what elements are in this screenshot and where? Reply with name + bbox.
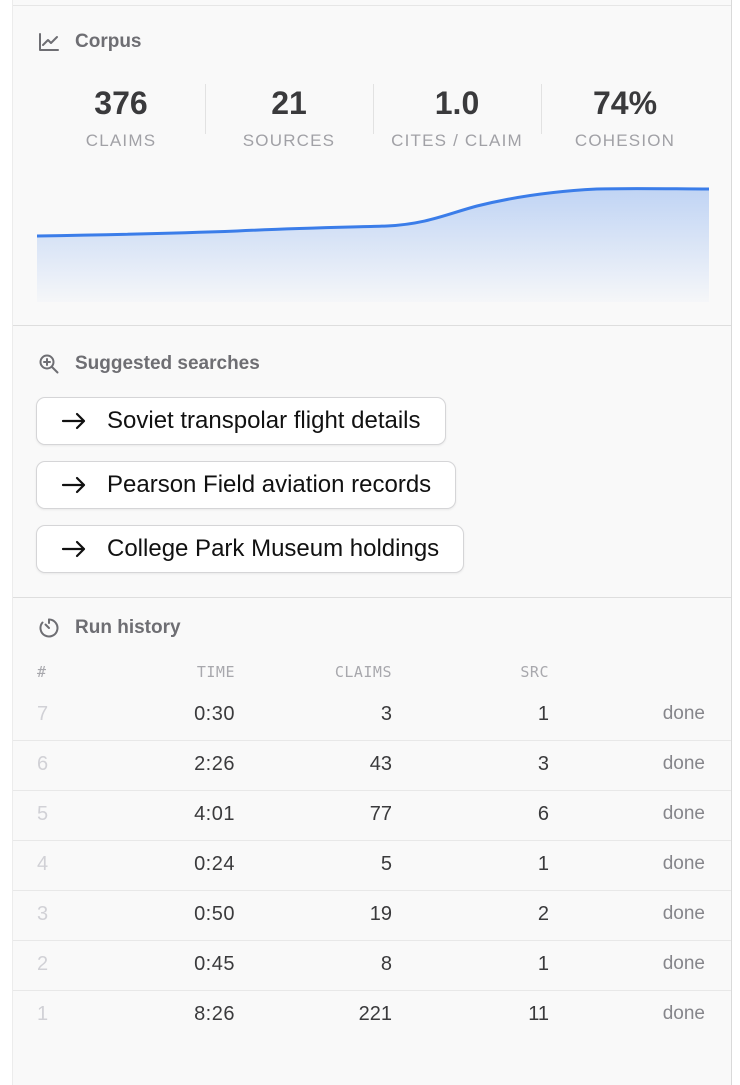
stat-label: CLAIMS [85,131,157,150]
section-divider [13,597,731,598]
run-number: 6 [37,753,49,775]
run-number: 1 [37,1003,49,1025]
run-time: 0:45 [194,953,235,975]
run-number: 5 [37,803,49,825]
run-time: 4:01 [194,803,235,825]
stat-value: 1.0 [434,85,480,121]
suggested-search-button[interactable]: Pearson Field aviation records [36,461,457,509]
stat-cites-per-claim: 1.0 CITES / CLAIM [373,78,541,158]
suggested-search-button[interactable]: Soviet transpolar flight details [36,397,446,445]
run-status: done [662,803,705,824]
col-src: SRC [520,663,549,681]
history-row[interactable]: 5 4:01 77 6 done [13,790,731,841]
trend-chart-icon [37,30,61,54]
run-status: done [662,703,705,724]
run-number: 2 [37,953,49,975]
stat-value: 21 [271,85,307,121]
search-zoom-icon [37,352,61,376]
stat-label: CITES / CLAIM [391,131,523,150]
top-divider [13,5,731,6]
run-time: 8:26 [194,1003,235,1025]
side-panel: Corpus 376 CLAIMS 21 SOURCES 1.0 CITES /… [12,0,732,1085]
run-status: done [662,953,705,974]
run-number: 4 [37,853,49,875]
col-num: # [37,663,47,681]
history-row[interactable]: 2 0:45 8 1 done [13,940,731,991]
run-sources: 3 [537,753,549,775]
history-row[interactable]: 1 8:26 221 11 done [13,990,731,1040]
run-claims: 3 [380,703,392,725]
stat-cohesion: 74% COHESION [541,78,709,158]
suggested-search-label: College Park Museum holdings [107,535,440,562]
run-claims: 8 [380,953,392,975]
run-sources: 11 [528,1003,549,1025]
history-table-header: # TIME CLAIMS SRC [13,663,731,683]
run-time: 0:50 [194,903,235,925]
run-time: 0:30 [194,703,235,725]
run-time: 0:24 [194,853,235,875]
history-row[interactable]: 3 0:50 19 2 done [13,890,731,941]
run-sources: 1 [537,953,549,975]
run-status: done [662,753,705,774]
run-claims: 19 [369,903,392,925]
run-claims: 43 [369,753,392,775]
arrow-right-icon [61,411,89,431]
history-row[interactable]: 6 2:26 43 3 done [13,740,731,791]
corpus-stats: 376 CLAIMS 21 SOURCES 1.0 CITES / CLAIM … [37,78,709,158]
stat-claims: 376 CLAIMS [37,78,205,158]
history-header: Run history [37,616,181,640]
run-sources: 2 [537,903,549,925]
run-number: 7 [37,703,49,725]
corpus-header: Corpus [37,30,142,54]
stat-label: SOURCES [242,131,336,150]
stat-value: 376 [94,85,148,121]
timer-icon [37,616,61,640]
arrow-right-icon [61,539,89,559]
corpus-growth-sparkline [36,178,710,302]
sparkline-area [37,188,709,302]
history-row[interactable]: 7 0:30 3 1 done [13,690,731,741]
run-number: 3 [37,903,49,925]
history-row[interactable]: 4 0:24 5 1 done [13,840,731,891]
history-title: Run history [75,617,181,638]
run-time: 2:26 [194,753,235,775]
corpus-title: Corpus [75,31,142,52]
stat-value: 74% [592,85,658,121]
suggested-title: Suggested searches [75,353,260,374]
suggested-search-button[interactable]: College Park Museum holdings [36,525,465,573]
run-status: done [662,853,705,874]
col-time: TIME [196,663,235,681]
run-status: done [662,903,705,924]
suggested-search-label: Pearson Field aviation records [107,471,432,498]
stat-sources: 21 SOURCES [205,78,373,158]
section-divider [13,325,731,326]
suggested-search-label: Soviet transpolar flight details [107,407,421,434]
col-claims: CLAIMS [334,663,392,681]
run-sources: 1 [537,703,549,725]
run-claims: 221 [358,1003,392,1025]
run-sources: 1 [537,853,549,875]
run-status: done [662,1003,705,1024]
arrow-right-icon [61,475,89,495]
suggested-header: Suggested searches [37,352,260,376]
run-claims: 77 [369,803,392,825]
run-sources: 6 [537,803,549,825]
stat-label: COHESION [574,131,676,150]
run-claims: 5 [380,853,392,875]
